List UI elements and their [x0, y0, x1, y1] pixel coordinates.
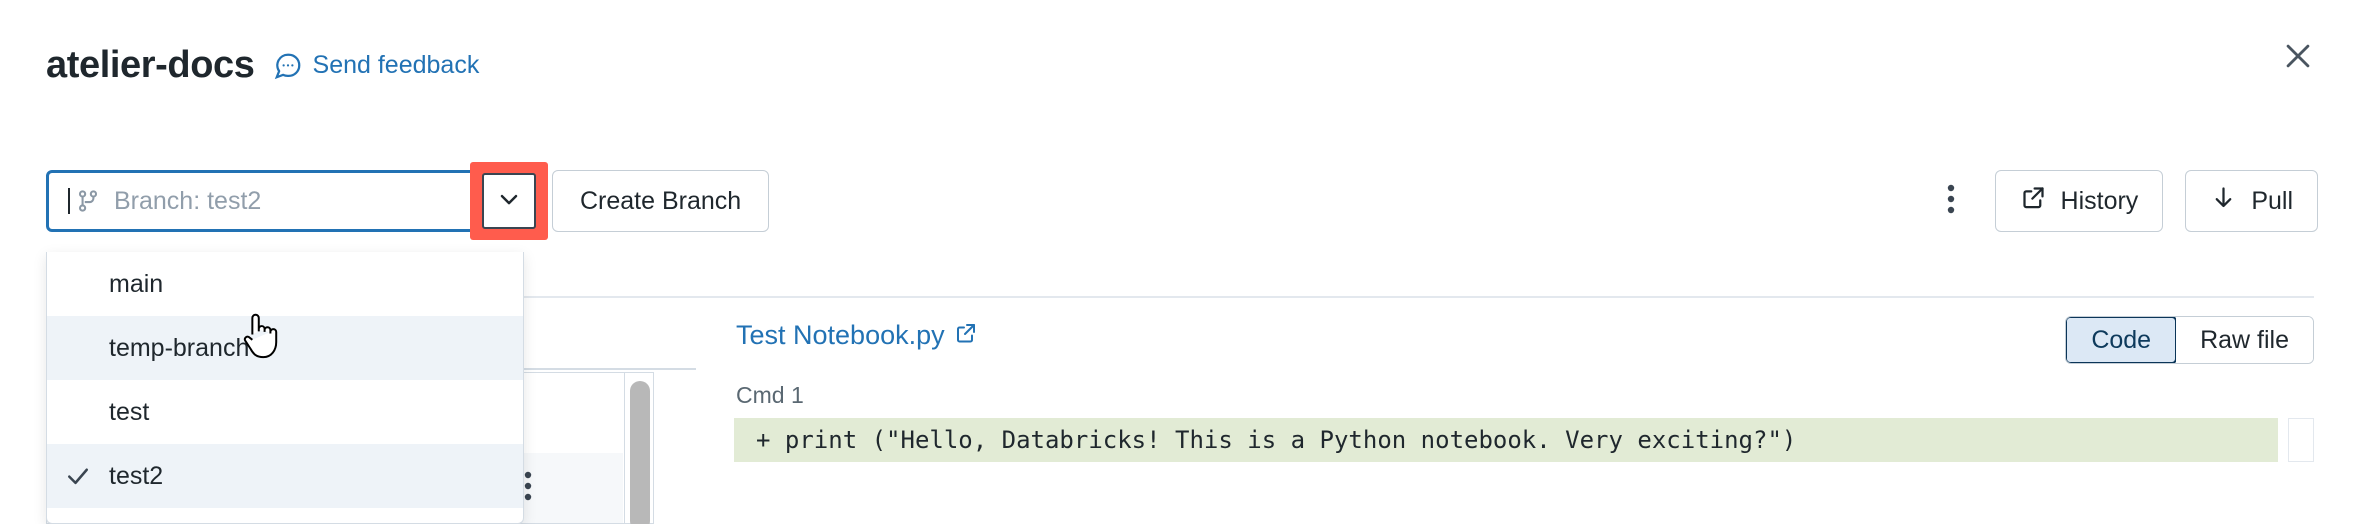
history-button[interactable]: History: [1995, 170, 2164, 232]
page-title: atelier-docs: [46, 44, 255, 87]
dropdown-item-label: main: [109, 270, 163, 299]
create-branch-button[interactable]: Create Branch: [552, 170, 769, 232]
title-row: atelier-docs Send feedback: [46, 44, 479, 87]
branch-input[interactable]: Branch: test2: [46, 170, 516, 232]
kebab-menu-icon: [1946, 182, 1956, 221]
tab-raw-file[interactable]: Raw file: [2176, 317, 2313, 363]
send-feedback-label: Send feedback: [313, 51, 480, 80]
dropdown-item-label: test2: [109, 462, 163, 491]
dropdown-item-test2[interactable]: test2: [47, 444, 523, 508]
diff-line-added: + print ("Hello, Databricks! This is a P…: [734, 418, 2278, 462]
file-list-scrollbar[interactable]: [624, 372, 654, 524]
toolbar-right-actions: History Pull: [1929, 170, 2318, 232]
tab-code[interactable]: Code: [2065, 316, 2177, 364]
pull-button[interactable]: Pull: [2185, 170, 2318, 232]
notebook-preview-pane: Test Notebook.py Code Raw file Cmd 1 + p…: [700, 298, 2314, 524]
file-row-menu-button[interactable]: [523, 469, 533, 508]
scrollbar-thumb[interactable]: [630, 381, 650, 524]
cmd-label: Cmd 1: [736, 382, 804, 409]
code-scroll-gutter: [2288, 418, 2314, 462]
pull-label: Pull: [2251, 187, 2293, 216]
chevron-down-icon: [495, 185, 523, 218]
history-label: History: [2061, 187, 2139, 216]
git-branch-dialog: atelier-docs Send feedback: [0, 0, 2360, 524]
create-branch-label: Create Branch: [580, 187, 741, 216]
external-link-icon: [2020, 184, 2047, 218]
arrow-down-icon: [2210, 184, 2237, 218]
tab-raw-file-label: Raw file: [2200, 326, 2289, 355]
toolbar-overflow-menu-button[interactable]: [1929, 170, 1973, 232]
check-icon: [47, 461, 109, 491]
external-link-icon: [954, 321, 978, 350]
notebook-file-name: Test Notebook.py: [736, 320, 945, 351]
text-cursor: [68, 188, 70, 214]
pointer-hand-cursor: [238, 310, 282, 362]
branch-input-placeholder: Branch: test2: [114, 187, 261, 216]
dropdown-item-temp-branch[interactable]: temp-branch: [47, 316, 523, 380]
dialog-header: atelier-docs Send feedback: [0, 0, 2360, 108]
git-branch-icon: [75, 188, 101, 214]
dropdown-item-test[interactable]: test: [47, 380, 523, 444]
dropdown-item-label: test: [109, 398, 149, 427]
view-mode-toggle: Code Raw file: [2065, 316, 2314, 364]
chat-bubble-icon: [273, 51, 303, 81]
send-feedback-link[interactable]: Send feedback: [273, 51, 480, 81]
dropdown-item-label: temp-branch: [109, 334, 249, 363]
dropdown-item-main[interactable]: main: [47, 252, 523, 316]
branch-toolbar: Branch: test2 Create Branch: [0, 162, 2360, 248]
close-icon: [2281, 39, 2315, 78]
branch-dropdown-toggle[interactable]: [482, 173, 536, 229]
close-button[interactable]: [2278, 38, 2318, 78]
tab-code-label: Code: [2091, 326, 2151, 355]
notebook-file-link[interactable]: Test Notebook.py: [736, 320, 978, 351]
branch-dropdown-menu: main temp-branch test test2: [46, 252, 524, 524]
